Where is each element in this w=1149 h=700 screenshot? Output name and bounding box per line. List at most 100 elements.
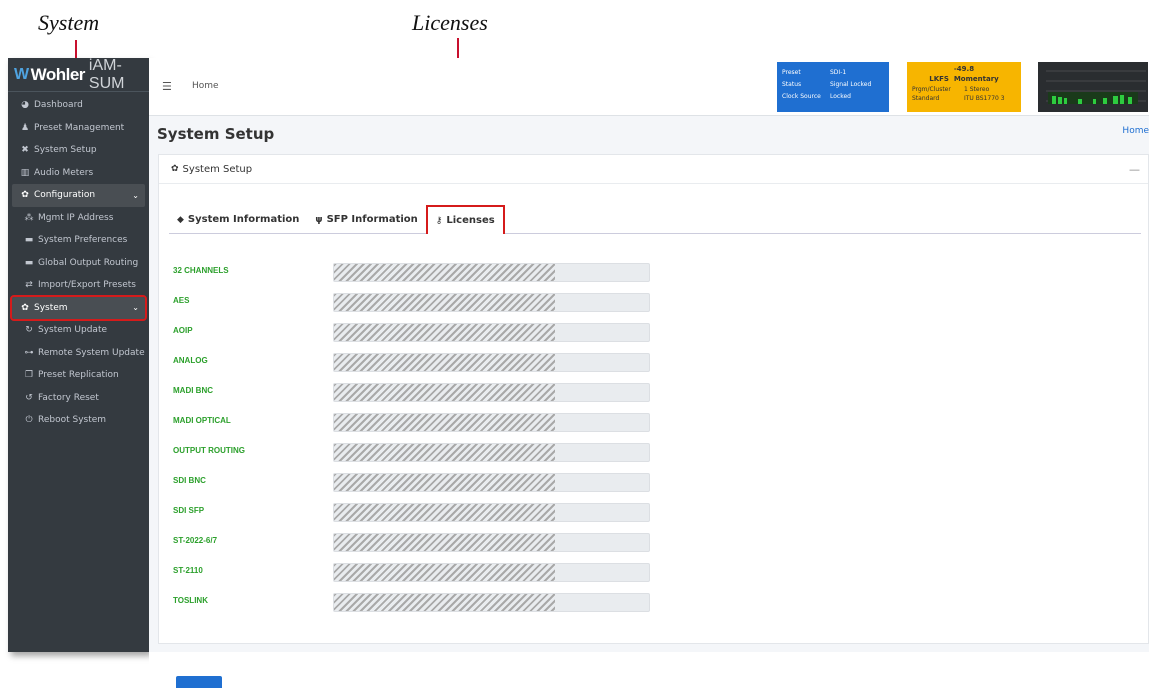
- status-row: Preset SDI-1: [782, 66, 884, 78]
- sidebar-item-audio-meters[interactable]: ▥ Audio Meters: [8, 162, 149, 185]
- tag-icon: ◆: [177, 214, 184, 225]
- license-progress-bar: [333, 593, 650, 612]
- license-row: AOIP: [173, 323, 653, 343]
- license-label: OUTPUT ROUTING: [173, 446, 245, 455]
- sidebar-item-import-export[interactable]: ⇄ Import/Export Presets: [8, 274, 149, 297]
- tab-label: SFP Information: [326, 214, 418, 225]
- sidebar-item-remote-system-update[interactable]: ⊶ Remote System Update: [8, 342, 149, 365]
- license-label: SDI BNC: [173, 476, 206, 485]
- sidebar-item-preset-replication[interactable]: ❐ Preset Replication: [8, 364, 149, 387]
- system-setup-card: ✿ System Setup — ◆ System Information ψ SF…: [158, 154, 1149, 644]
- chart-icon: ▥: [20, 167, 30, 178]
- license-progress-fill: [334, 504, 555, 521]
- loudness-unit: LKFS: [929, 75, 949, 83]
- loudness-mode: LKFS Momentary: [912, 75, 1016, 85]
- callout-system: System: [38, 10, 100, 35]
- power-icon: ⏻: [25, 415, 33, 426]
- collapse-card-button[interactable]: —: [1129, 163, 1140, 176]
- license-progress-bar: [333, 353, 650, 372]
- license-progress-bar: [333, 503, 650, 522]
- license-label: MADI BNC: [173, 386, 213, 395]
- status-key: Status: [782, 80, 802, 88]
- breadcrumb-home[interactable]: Home: [1122, 126, 1149, 136]
- license-row: SDI BNC: [173, 473, 653, 493]
- status-row: Standard ITU BS1770 3: [912, 94, 1016, 103]
- sidebar-item-preset-management[interactable]: ♟ Preset Management: [8, 117, 149, 140]
- license-row: SDI SFP: [173, 503, 653, 523]
- topbar-home-link[interactable]: Home: [192, 81, 219, 91]
- screenshot-root: System Licenses W Wohler iAM-SUM ◕ Dashboa…: [0, 0, 1149, 700]
- license-label: AOIP: [173, 326, 193, 335]
- sidebar-item-label: Import/Export Presets: [38, 280, 136, 291]
- wohler-logo-mark-icon: W: [14, 65, 29, 83]
- license-progress-fill: [334, 294, 555, 311]
- license-progress-bar: [333, 533, 650, 552]
- brand-product: iAM-SUM: [88, 56, 125, 92]
- license-row: ST-2110: [173, 563, 653, 583]
- sidebar-item-system-preferences[interactable]: ▬ System Preferences: [8, 229, 149, 252]
- status-key: Standard: [912, 95, 940, 102]
- callout-licenses: Licenses: [412, 10, 488, 35]
- sidebar-item-label: Reboot System: [38, 415, 107, 426]
- sidebar-section-configuration[interactable]: ✿ Configuration ⌄: [12, 184, 145, 207]
- license-row: ANALOG: [173, 353, 653, 373]
- hamburger-menu-icon[interactable]: ☰: [162, 80, 172, 93]
- sidebar-item-label: Global Output Routing: [38, 257, 139, 268]
- users-icon: ♟: [20, 122, 30, 133]
- license-progress-fill: [334, 264, 555, 281]
- gear-icon: ✿: [21, 190, 29, 201]
- license-progress-fill: [334, 474, 555, 491]
- license-label: 32 CHANNELS: [173, 266, 229, 275]
- dashboard-icon: ◕: [21, 100, 29, 111]
- sitemap-icon: ⊶: [24, 347, 34, 358]
- plug-icon: ψ: [315, 214, 323, 225]
- tab-label: Licenses: [446, 215, 495, 226]
- license-progress-fill: [334, 444, 555, 461]
- sidebar-item-label: System Update: [38, 325, 108, 336]
- license-progress-bar: [333, 293, 650, 312]
- tab-system-information[interactable]: ◆ System Information: [169, 206, 307, 233]
- gear-icon: ✿: [171, 164, 179, 174]
- sidebar-item-system-update[interactable]: ↻ System Update: [8, 319, 149, 342]
- tab-licenses[interactable]: ⚷ Licenses: [425, 205, 505, 234]
- license-progress-fill: [334, 534, 555, 551]
- chevron-down-icon: ⌄: [132, 303, 139, 313]
- wohler-logo: W Wohler: [14, 65, 85, 85]
- sidebar-item-dashboard[interactable]: ◕ Dashboard: [8, 94, 149, 117]
- license-label: SDI SFP: [173, 506, 205, 515]
- loudness-graph-thumbnail[interactable]: [1038, 62, 1148, 112]
- status-value: 1 Stereo: [964, 86, 990, 93]
- cogs-icon: ✿: [21, 302, 29, 313]
- sidebar-item-label: Dashboard: [34, 100, 83, 111]
- license-progress-fill: [334, 324, 555, 341]
- license-label: ST-2022-6/7: [173, 536, 218, 545]
- sidebar-item-global-output-routing[interactable]: ▬ Global Output Routing: [8, 252, 149, 275]
- save-button[interactable]: [176, 676, 222, 688]
- license-row: MADI BNC: [173, 383, 653, 403]
- topbar: ☰ Home Preset SDI-1 Status Signal Locked C…: [149, 58, 1149, 116]
- sidebar-item-mgmt-ip[interactable]: ⁂ Mgmt IP Address: [8, 207, 149, 230]
- license-progress-bar: [333, 323, 650, 342]
- license-progress-bar: [333, 473, 650, 492]
- sidebar-item-factory-reset[interactable]: ↺ Factory Reset: [8, 387, 149, 410]
- sidebar-item-label: Preset Replication: [38, 370, 119, 381]
- sidebar-item-reboot-system[interactable]: ⏻ Reboot System: [8, 409, 149, 432]
- chevron-down-icon: ⌄: [132, 190, 139, 200]
- license-label: AES: [173, 296, 190, 305]
- license-row: OUTPUT ROUTING: [173, 443, 653, 463]
- tab-bar: ◆ System Information ψ SFP Information ⚷ Li…: [169, 205, 1141, 234]
- license-row: TOSLINK: [173, 593, 653, 613]
- tab-sfp-information[interactable]: ψ SFP Information: [307, 206, 425, 233]
- brand[interactable]: W Wohler iAM-SUM: [8, 56, 149, 92]
- license-progress-bar: [333, 563, 650, 582]
- sidebar-section-system[interactable]: ✿ System ⌄: [10, 294, 147, 321]
- license-progress-fill: [334, 564, 555, 581]
- sidebar-item-system-setup[interactable]: ✖ System Setup: [8, 139, 149, 162]
- sidebar-item-label: System Preferences: [38, 235, 128, 246]
- license-progress-fill: [334, 414, 555, 431]
- sidebar-item-label: System Setup: [34, 145, 97, 156]
- loudness-value: -49.8: [953, 65, 975, 73]
- license-progress-fill: [334, 594, 555, 611]
- copy-icon: ❐: [24, 370, 34, 381]
- brand-logo-text: Wohler: [30, 64, 86, 84]
